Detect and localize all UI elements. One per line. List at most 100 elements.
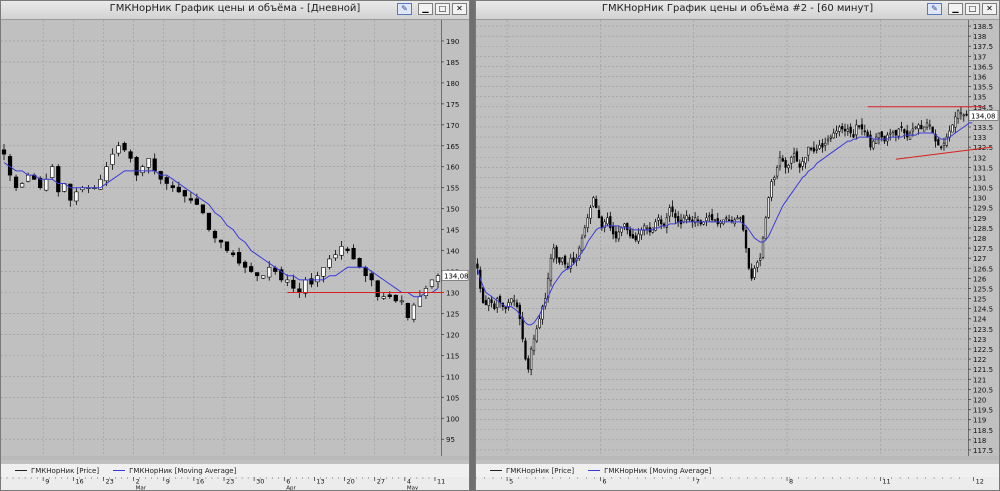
candle-body <box>843 128 847 132</box>
candle-body <box>756 261 759 268</box>
daily-chart-legend: ГМКНорНик [Price] ГМКНорНик [Moving Aver… <box>1 464 469 477</box>
candle-body <box>640 229 643 236</box>
y-tick-label: 123.5 <box>973 326 993 334</box>
y-tick-label: 145 <box>446 227 459 235</box>
candle-body <box>104 166 109 182</box>
legend-label-price: ГМКНорНик [Price] <box>506 466 575 475</box>
candle-body <box>206 212 212 230</box>
date-tick-label: 11 <box>437 478 445 486</box>
candle-body <box>285 279 290 283</box>
candle-body <box>152 158 157 172</box>
candle-body <box>518 304 521 320</box>
y-tick-label: 130.5 <box>973 185 993 193</box>
candle-body <box>942 142 946 146</box>
candle-body <box>835 130 838 134</box>
candle-body <box>19 183 25 188</box>
candle-body <box>487 298 490 306</box>
candle-body <box>874 136 878 144</box>
y-tick-label: 133 <box>973 134 986 142</box>
candle-body <box>50 166 55 178</box>
y-tick-label: 126 <box>973 275 987 283</box>
candle-body <box>631 234 635 239</box>
legend-label-moving-average: ГМКНорНик [Moving Average] <box>129 466 237 475</box>
candle-body <box>417 296 423 307</box>
daily-chart-titlebar[interactable]: ГМКНорНик График цены и объёма - [Дневно… <box>1 1 469 20</box>
candle-body <box>122 142 127 151</box>
candle-body <box>339 246 344 256</box>
candle-body <box>727 219 731 222</box>
hourly-price-chart[interactable]: 117.5 118 118.5 119 119.5 120 120.5 121 121.5 122… <box>476 20 999 460</box>
y-tick-label: 131 <box>973 174 986 182</box>
pin-icon[interactable]: ✎ <box>397 3 412 15</box>
candle-body <box>855 124 858 136</box>
candle-body <box>710 214 714 221</box>
candle-body <box>535 328 538 342</box>
candle-body <box>863 130 866 133</box>
y-tick-label: 100 <box>446 415 459 423</box>
candle-body <box>860 124 864 130</box>
candle-body <box>476 263 479 269</box>
y-tick-label: 120 <box>973 396 986 404</box>
candle-body <box>327 258 332 268</box>
hourly-chart-titlebar[interactable]: ГМКНорНик График цены и объёма #2 - [60 … <box>476 1 999 20</box>
candle-body <box>750 268 753 279</box>
y-tick-label: 135 <box>973 94 986 102</box>
close-button[interactable]: ✕ <box>982 3 997 15</box>
candle-body <box>696 219 700 222</box>
candle-body <box>393 294 398 302</box>
close-button[interactable]: ✕ <box>452 3 467 15</box>
y-tick-label: 136 <box>973 74 987 82</box>
y-tick-label: 124 <box>973 316 987 324</box>
candle-body <box>583 227 587 237</box>
candle-body <box>515 302 519 307</box>
y-tick-label: 115 <box>446 352 459 360</box>
y-tick-label: 129.5 <box>973 205 993 213</box>
daily-chart-window[interactable]: ГМКНорНик График цены и объёма - [Дневно… <box>0 0 470 491</box>
y-tick-label: 119.5 <box>973 407 993 415</box>
maximize-button[interactable]: □ <box>435 3 450 15</box>
hourly-chart-legend: ГМКНорНик [Price] ГМКНорНик [Moving Aver… <box>476 464 999 477</box>
candle-body <box>742 215 745 231</box>
candle-body <box>555 246 558 259</box>
y-tick-label: 122 <box>973 356 986 364</box>
candle-body <box>134 157 139 176</box>
candle-body <box>13 176 19 188</box>
candle-body <box>891 130 895 133</box>
hourly-chart-window[interactable]: ГМКНорНик График цены и объёма #2 - [60 … <box>475 0 1000 491</box>
candle-body <box>954 116 957 128</box>
candle-body <box>128 151 133 159</box>
candle-body <box>224 241 230 251</box>
candle-body <box>435 275 441 282</box>
lower-panel <box>1 456 469 460</box>
date-tick-label: 7 <box>696 478 700 486</box>
candle-body <box>815 148 818 151</box>
candle-body <box>188 198 193 201</box>
maximize-button[interactable]: □ <box>965 3 980 15</box>
candle-body <box>637 233 640 242</box>
y-tick-label: 127.5 <box>973 245 993 253</box>
y-tick-label: 118.5 <box>973 427 993 435</box>
y-tick-label: 138 <box>973 33 986 41</box>
legend-swatch-price <box>15 470 27 471</box>
minimize-button[interactable]: ▁ <box>418 3 433 15</box>
candle-body <box>484 300 488 305</box>
candle-body <box>116 145 121 154</box>
daily-price-chart[interactable]: 9510010511011512012513013514014515015516… <box>1 20 469 460</box>
candle-body <box>866 131 869 138</box>
candle-body <box>381 296 386 299</box>
legend-swatch-moving-average <box>588 470 601 471</box>
legend-swatch-price <box>490 470 502 471</box>
candle-body <box>230 252 236 256</box>
candle-body <box>829 136 833 139</box>
pin-icon[interactable]: ✎ <box>927 3 942 15</box>
candle-body <box>351 247 356 260</box>
y-tick-label: 127 <box>973 255 986 263</box>
candle-body <box>937 139 940 146</box>
candle-body <box>725 217 728 220</box>
y-tick-label: 118 <box>973 437 986 445</box>
y-tick-label: 121 <box>973 376 986 384</box>
candle-body <box>405 303 410 318</box>
candle-body <box>529 348 533 370</box>
y-tick-label: 125 <box>973 296 986 304</box>
minimize-button[interactable]: ▁ <box>948 3 963 15</box>
